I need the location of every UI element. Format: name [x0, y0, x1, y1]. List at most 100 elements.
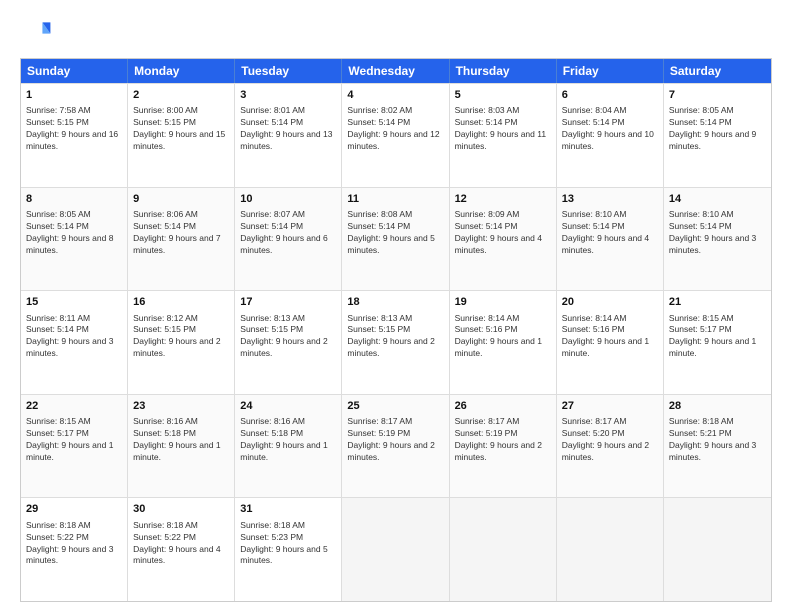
day-info: Sunset: 5:22 PM: [133, 532, 229, 544]
day-info: Sunrise: 8:13 AM: [347, 313, 443, 325]
cal-cell: 1Sunrise: 7:58 AMSunset: 5:15 PMDaylight…: [21, 84, 128, 187]
day-number: 28: [669, 399, 766, 414]
day-info: Daylight: 9 hours and 1 minute.: [240, 440, 336, 464]
day-info: Sunrise: 8:10 AM: [562, 209, 658, 221]
day-info: Sunrise: 8:17 AM: [455, 416, 551, 428]
day-number: 16: [133, 295, 229, 310]
day-info: Sunrise: 8:08 AM: [347, 209, 443, 221]
cal-cell: 18Sunrise: 8:13 AMSunset: 5:15 PMDayligh…: [342, 291, 449, 394]
day-info: Daylight: 9 hours and 3 minutes.: [669, 233, 766, 257]
day-info: Sunset: 5:14 PM: [26, 221, 122, 233]
day-info: Daylight: 9 hours and 13 minutes.: [240, 129, 336, 153]
day-number: 30: [133, 502, 229, 517]
day-info: Daylight: 9 hours and 10 minutes.: [562, 129, 658, 153]
cal-cell: 29Sunrise: 8:18 AMSunset: 5:22 PMDayligh…: [21, 498, 128, 601]
day-number: 29: [26, 502, 122, 517]
day-number: 12: [455, 192, 551, 207]
day-info: Sunset: 5:16 PM: [455, 324, 551, 336]
cal-cell: [450, 498, 557, 601]
day-number: 18: [347, 295, 443, 310]
header-monday: Monday: [128, 59, 235, 83]
day-info: Daylight: 9 hours and 3 minutes.: [669, 440, 766, 464]
day-info: Sunrise: 8:09 AM: [455, 209, 551, 221]
day-info: Sunset: 5:14 PM: [562, 221, 658, 233]
day-info: Sunrise: 8:07 AM: [240, 209, 336, 221]
cal-cell: 20Sunrise: 8:14 AMSunset: 5:16 PMDayligh…: [557, 291, 664, 394]
week-row-1: 1Sunrise: 7:58 AMSunset: 5:15 PMDaylight…: [21, 83, 771, 187]
page-header: [20, 16, 772, 48]
day-info: Sunrise: 8:05 AM: [26, 209, 122, 221]
cal-cell: 4Sunrise: 8:02 AMSunset: 5:14 PMDaylight…: [342, 84, 449, 187]
header-friday: Friday: [557, 59, 664, 83]
day-info: Sunrise: 8:18 AM: [240, 520, 336, 532]
day-info: Daylight: 9 hours and 11 minutes.: [455, 129, 551, 153]
day-info: Sunset: 5:18 PM: [240, 428, 336, 440]
day-info: Sunset: 5:15 PM: [133, 117, 229, 129]
day-number: 10: [240, 192, 336, 207]
day-info: Sunrise: 8:13 AM: [240, 313, 336, 325]
day-info: Sunset: 5:21 PM: [669, 428, 766, 440]
day-info: Sunset: 5:19 PM: [347, 428, 443, 440]
week-row-4: 22Sunrise: 8:15 AMSunset: 5:17 PMDayligh…: [21, 394, 771, 498]
day-number: 19: [455, 295, 551, 310]
header-thursday: Thursday: [450, 59, 557, 83]
day-info: Daylight: 9 hours and 8 minutes.: [26, 233, 122, 257]
header-sunday: Sunday: [21, 59, 128, 83]
day-info: Daylight: 9 hours and 12 minutes.: [347, 129, 443, 153]
cal-cell: 24Sunrise: 8:16 AMSunset: 5:18 PMDayligh…: [235, 395, 342, 498]
day-info: Sunset: 5:16 PM: [562, 324, 658, 336]
day-info: Sunrise: 8:16 AM: [133, 416, 229, 428]
day-number: 8: [26, 192, 122, 207]
week-row-3: 15Sunrise: 8:11 AMSunset: 5:14 PMDayligh…: [21, 290, 771, 394]
day-info: Daylight: 9 hours and 1 minute.: [669, 336, 766, 360]
week-row-5: 29Sunrise: 8:18 AMSunset: 5:22 PMDayligh…: [21, 497, 771, 601]
day-number: 15: [26, 295, 122, 310]
day-info: Daylight: 9 hours and 1 minute.: [26, 440, 122, 464]
day-info: Sunset: 5:15 PM: [26, 117, 122, 129]
day-info: Sunrise: 8:16 AM: [240, 416, 336, 428]
day-info: Sunrise: 8:01 AM: [240, 105, 336, 117]
cal-cell: 12Sunrise: 8:09 AMSunset: 5:14 PMDayligh…: [450, 188, 557, 291]
day-info: Sunset: 5:18 PM: [133, 428, 229, 440]
day-info: Sunset: 5:17 PM: [26, 428, 122, 440]
day-info: Sunset: 5:14 PM: [240, 221, 336, 233]
cal-cell: 25Sunrise: 8:17 AMSunset: 5:19 PMDayligh…: [342, 395, 449, 498]
day-info: Daylight: 9 hours and 4 minutes.: [133, 544, 229, 568]
cal-cell: 14Sunrise: 8:10 AMSunset: 5:14 PMDayligh…: [664, 188, 771, 291]
logo: [20, 16, 56, 48]
day-number: 26: [455, 399, 551, 414]
day-info: Daylight: 9 hours and 5 minutes.: [347, 233, 443, 257]
day-info: Sunrise: 8:04 AM: [562, 105, 658, 117]
day-info: Sunset: 5:14 PM: [347, 117, 443, 129]
day-info: Sunrise: 8:18 AM: [669, 416, 766, 428]
day-number: 20: [562, 295, 658, 310]
cal-cell: 15Sunrise: 8:11 AMSunset: 5:14 PMDayligh…: [21, 291, 128, 394]
cal-cell: 3Sunrise: 8:01 AMSunset: 5:14 PMDaylight…: [235, 84, 342, 187]
day-number: 5: [455, 88, 551, 103]
day-info: Sunrise: 8:02 AM: [347, 105, 443, 117]
day-info: Sunset: 5:14 PM: [562, 117, 658, 129]
day-number: 31: [240, 502, 336, 517]
day-info: Daylight: 9 hours and 7 minutes.: [133, 233, 229, 257]
day-info: Sunset: 5:15 PM: [347, 324, 443, 336]
cal-cell: 16Sunrise: 8:12 AMSunset: 5:15 PMDayligh…: [128, 291, 235, 394]
day-number: 2: [133, 88, 229, 103]
day-number: 27: [562, 399, 658, 414]
cal-cell: 17Sunrise: 8:13 AMSunset: 5:15 PMDayligh…: [235, 291, 342, 394]
day-number: 3: [240, 88, 336, 103]
day-info: Daylight: 9 hours and 4 minutes.: [562, 233, 658, 257]
cal-cell: 10 Sunrise: 8:07 AMSunset: 5:14 PMDayligh…: [235, 188, 342, 291]
day-info: Daylight: 9 hours and 4 minutes.: [455, 233, 551, 257]
day-info: Sunrise: 8:11 AM: [26, 313, 122, 325]
day-info: Sunrise: 7:58 AM: [26, 105, 122, 117]
day-info: Sunset: 5:20 PM: [562, 428, 658, 440]
day-number: 1: [26, 88, 122, 103]
day-info: Sunrise: 8:15 AM: [26, 416, 122, 428]
day-info: Sunset: 5:14 PM: [669, 221, 766, 233]
day-info: Daylight: 9 hours and 6 minutes.: [240, 233, 336, 257]
day-number: 25: [347, 399, 443, 414]
calendar-body: 1Sunrise: 7:58 AMSunset: 5:15 PMDaylight…: [21, 83, 771, 601]
week-row-2: 8Sunrise: 8:05 AMSunset: 5:14 PMDaylight…: [21, 187, 771, 291]
day-info: Daylight: 9 hours and 3 minutes.: [26, 544, 122, 568]
cal-cell: 13Sunrise: 8:10 AMSunset: 5:14 PMDayligh…: [557, 188, 664, 291]
